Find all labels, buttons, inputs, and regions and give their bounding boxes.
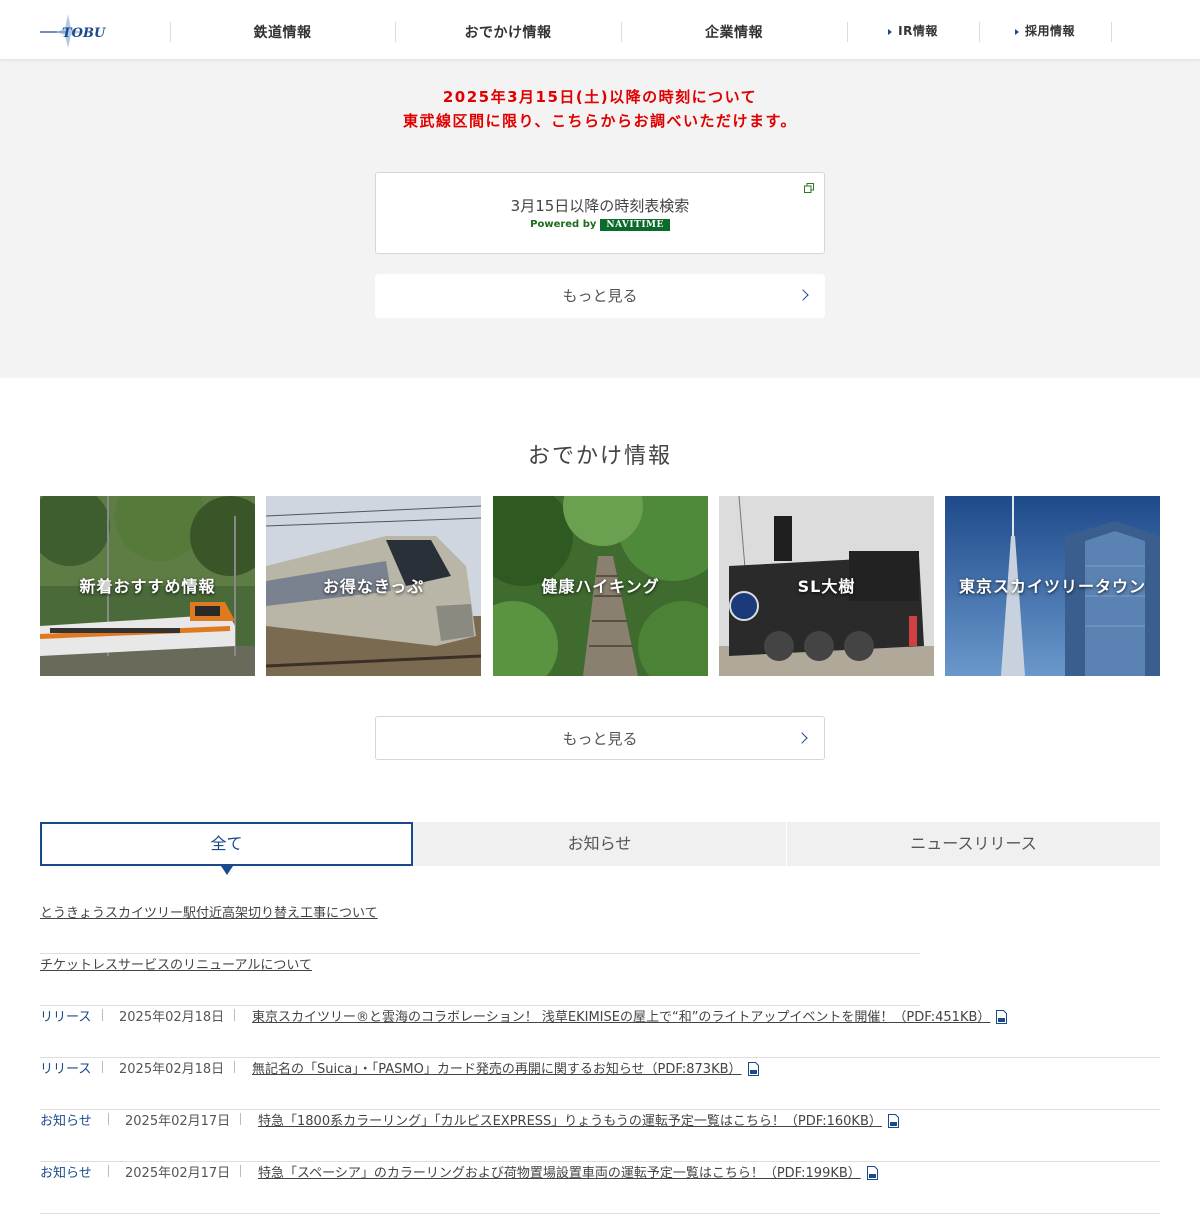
pdf-icon [747, 1062, 759, 1076]
news-separator [108, 1165, 109, 1177]
card-label: お得なきっぷ [322, 577, 425, 596]
card-sl-taiju[interactable]: SL大樹 [719, 496, 934, 676]
site-header: TOBU 鉄道情報 おでかけ情報 企業情報 IR情報 採用情報 [0, 0, 1200, 60]
news-title: 特急「1800系カラーリング」「カルピスEXPRESS」りょうもうの運転予定一覧… [258, 1114, 882, 1129]
news-date: 2025年02月17日 [125, 1166, 231, 1181]
news-link[interactable]: チケットレスサービスのリニューアルについて [40, 954, 312, 973]
navitime-logo: NAVITIME [600, 219, 670, 231]
news-title: 東京スカイツリー®と雲海のコラボレーション！ 浅草EKIMISEの屋上で“和”の… [252, 1010, 991, 1025]
news-date: 2025年02月18日 [119, 1010, 225, 1025]
card-value-tickets[interactable]: お得なきっぷ [266, 496, 481, 676]
news-date: 2025年02月17日 [125, 1114, 231, 1129]
timetable-search-button[interactable]: 3月15日以降の時刻表検索 Powered by NAVITIME [375, 172, 825, 254]
news-link[interactable]: 特急「スペーシア」のカラーリングおよび荷物置場設置車両の運転予定一覧はこちら！（… [258, 1162, 878, 1181]
news-link[interactable]: 特急「1800系カラーリング」「カルピスEXPRESS」りょうもうの運転予定一覧… [258, 1110, 899, 1129]
active-tab-pointer-icon [221, 866, 233, 875]
card-new-recommendations[interactable]: 新着おすすめ情報 [40, 496, 255, 676]
news-category: お知らせ [40, 1166, 92, 1181]
tab-notices[interactable]: お知らせ [413, 822, 787, 866]
news-link[interactable]: 無記名の「Suica」・「PASMO」カード発売の再開に関するお知らせ（PDF:… [252, 1058, 759, 1077]
timetable-search-label: 3月15日以降の時刻表検索 [510, 197, 690, 215]
nav-corporate-info[interactable]: 企業情報 [621, 22, 847, 42]
news-item: お知らせ 2025年02月17日 特急「スペーシア」のカラーリングおよび荷物置場… [40, 1162, 1160, 1214]
news-link[interactable]: 東京スカイツリー®と雲海のコラボレーション！ 浅草EKIMISEの屋上で“和”の… [252, 1006, 1008, 1025]
nav-recruit-label: 採用情報 [1024, 24, 1075, 38]
section-title: おでかけ情報 [527, 444, 672, 469]
tab-all[interactable]: 全て [40, 822, 413, 866]
news-separator [234, 1009, 235, 1021]
news-separator [102, 1009, 103, 1021]
news-item: お知らせ 2025年02月17日 特急「1800系カラーリング」「カルピスEXP… [40, 1110, 1160, 1162]
card-label: 健康ハイキング [541, 577, 660, 596]
external-link-icon [804, 183, 814, 193]
more-label: もっと見る [562, 730, 638, 748]
news-separator [108, 1113, 109, 1125]
nav-ir-label: IR情報 [898, 24, 938, 38]
chevron-right-icon [796, 732, 808, 744]
nav-ir-info[interactable]: IR情報 [847, 22, 979, 39]
logo-text: TOBU [62, 26, 106, 41]
notice-line-1: 2025年3月15日(土)以降の時刻について [442, 88, 758, 106]
news-link[interactable]: とうきょうスカイツリー駅付近高架切り替え工事について [40, 902, 378, 921]
more-label: もっと見る [562, 287, 638, 305]
tab-news-releases[interactable]: ニュースリリース [787, 822, 1160, 866]
nav-odekake-info[interactable]: おでかけ情報 [395, 22, 621, 42]
news-title: 無記名の「Suica」・「PASMO」カード発売の再開に関するお知らせ（PDF:… [252, 1062, 742, 1077]
card-tokyo-skytree-town[interactable]: 東京スカイツリータウン [945, 496, 1160, 676]
chevron-right-icon [797, 289, 809, 301]
pdf-icon [887, 1114, 899, 1128]
nav-railway-info[interactable]: 鉄道情報 [170, 22, 395, 42]
pdf-icon [996, 1010, 1008, 1024]
news-category: お知らせ [40, 1114, 92, 1129]
tobu-logo[interactable]: TOBU [38, 8, 118, 52]
news-separator [234, 1061, 235, 1073]
news-separator [240, 1113, 241, 1125]
news-title: 特急「スペーシア」のカラーリングおよび荷物置場設置車両の運転予定一覧はこちら！（… [258, 1166, 861, 1181]
arrow-right-icon [1014, 28, 1019, 35]
powered-by-label: Powered by [530, 219, 597, 230]
news-item: とうきょうスカイツリー駅付近高架切り替え工事について [40, 902, 920, 954]
news-item: リリース 2025年02月18日 無記名の「Suica」・「PASMO」カード発… [40, 1058, 1160, 1110]
nav-recruit-info[interactable]: 採用情報 [979, 22, 1111, 39]
news-category: リリース [40, 1062, 92, 1077]
odekake-more-button[interactable]: もっと見る [375, 716, 825, 760]
notice-more-button[interactable]: もっと見る [375, 274, 825, 318]
powered-by: Powered by NAVITIME [376, 219, 824, 231]
card-label: 東京スカイツリータウン [958, 577, 1146, 596]
news-item: リリース 2025年02月18日 東京スカイツリー®と雲海のコラボレーション！ … [40, 1006, 1160, 1058]
news-date: 2025年02月18日 [119, 1062, 225, 1077]
card-label: SL大樹 [797, 577, 856, 596]
arrow-right-icon [888, 28, 893, 35]
nav-divider [1111, 22, 1112, 42]
notice-line-2: 東武線区間に限り、こちらからお調べいただけます。 [403, 112, 797, 130]
news-separator [102, 1061, 103, 1073]
news-category: リリース [40, 1010, 92, 1025]
card-label: 新着おすすめ情報 [79, 577, 216, 596]
pdf-icon [866, 1166, 878, 1180]
news-item: チケットレスサービスのリニューアルについて [40, 954, 920, 1006]
news-separator [240, 1165, 241, 1177]
card-health-hiking[interactable]: 健康ハイキング [493, 496, 708, 676]
